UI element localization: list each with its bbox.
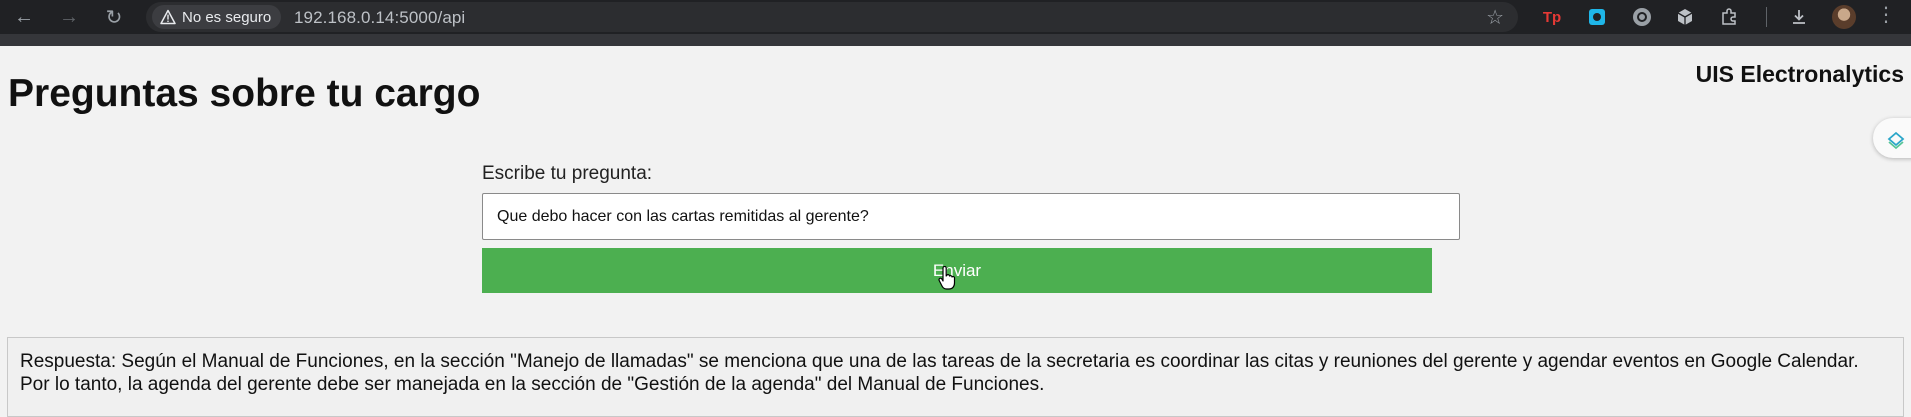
page-title: Preguntas sobre tu cargo: [8, 72, 481, 115]
camera-extension-icon[interactable]: [1585, 5, 1609, 29]
security-label: No es seguro: [182, 8, 272, 26]
question-input[interactable]: [482, 193, 1460, 240]
puzzle-extension-icon[interactable]: [1717, 5, 1741, 29]
brand-name: UIS Electronalytics: [1695, 61, 1904, 87]
reload-icon[interactable]: ↻: [97, 0, 131, 34]
url-text[interactable]: 192.168.0.14:5000/api: [294, 8, 465, 28]
tp-extension-icon[interactable]: Tp: [1540, 5, 1564, 29]
hand-cursor-icon: [938, 266, 956, 290]
question-label: Escribe tu pregunta:: [482, 163, 653, 184]
download-icon[interactable]: [1787, 5, 1811, 29]
toolbar-bottom-strip: [0, 34, 1911, 46]
warning-icon: [160, 9, 176, 25]
send-button[interactable]: Enviar: [482, 248, 1432, 293]
menu-dots-icon[interactable]: ⋮: [1876, 2, 1896, 27]
security-chip[interactable]: No es seguro: [152, 5, 282, 29]
forward-icon[interactable]: →: [52, 0, 86, 34]
bookmark-star-icon[interactable]: ☆: [1486, 5, 1504, 30]
answer-text: Respuesta: Según el Manual de Funciones,…: [7, 337, 1904, 417]
browser-toolbar: ← → ↻ No es seguro 192.168.0.14:5000/api…: [0, 0, 1911, 46]
toolbar-divider: [1766, 7, 1767, 27]
cube-extension-icon[interactable]: [1673, 5, 1697, 29]
profile-avatar[interactable]: [1832, 5, 1856, 29]
layers-icon: [1887, 131, 1905, 150]
openai-extension-icon[interactable]: [1630, 5, 1654, 29]
address-bar[interactable]: No es seguro 192.168.0.14:5000/api ☆: [146, 2, 1518, 32]
side-panel-widget[interactable]: [1873, 118, 1911, 158]
back-icon[interactable]: ←: [7, 0, 41, 34]
